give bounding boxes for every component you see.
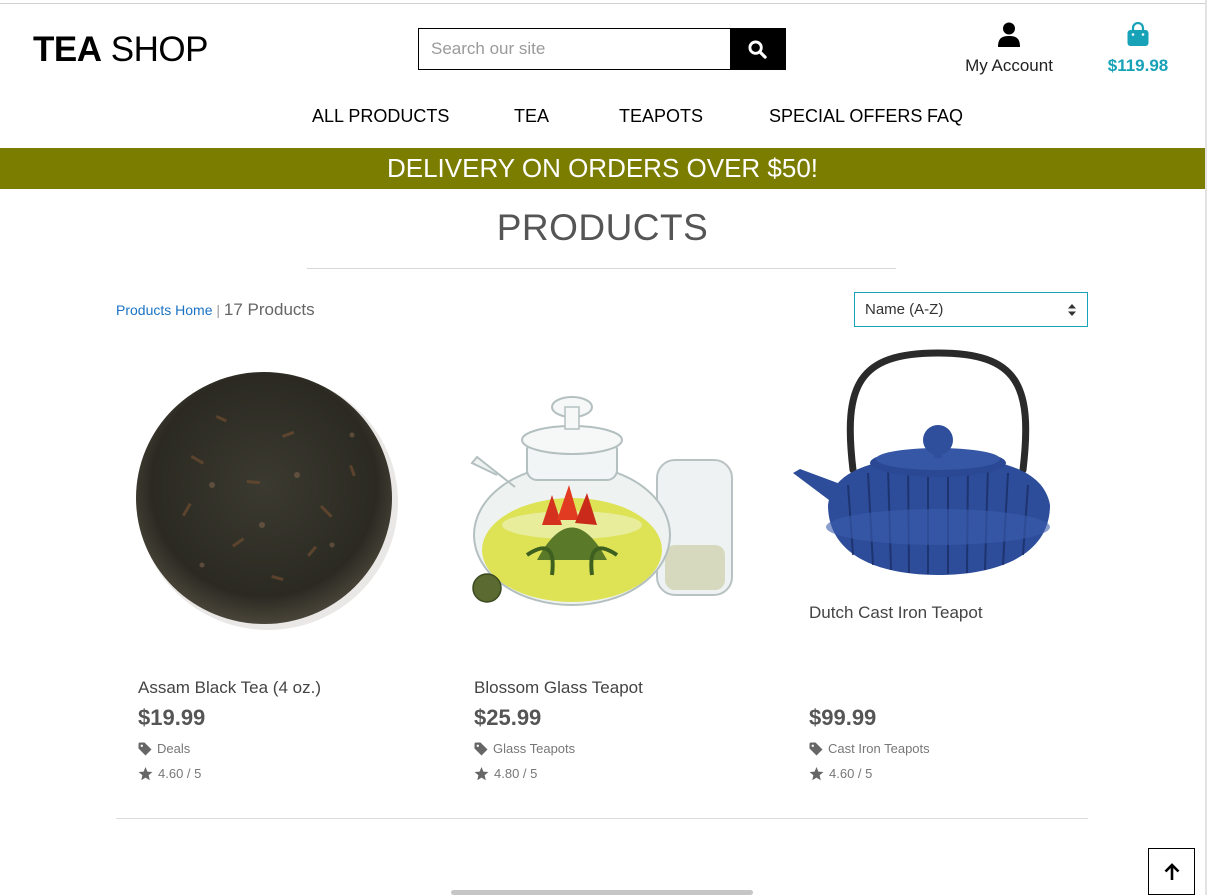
product-category[interactable]: Cast Iron Teapots — [809, 741, 930, 756]
search-input[interactable] — [419, 29, 730, 69]
product-name[interactable]: Assam Black Tea (4 oz.) — [138, 678, 321, 698]
product-image-loose-tea[interactable] — [122, 345, 422, 640]
cart-total: $119.98 — [1107, 56, 1169, 75]
breadcrumb-separator: | — [216, 302, 221, 318]
user-icon — [998, 22, 1020, 47]
cart-link[interactable]: $119.98 — [1098, 21, 1178, 76]
delivery-banner: DELIVERY ON ORDERS OVER $50! — [0, 148, 1205, 189]
horizontal-scrollbar[interactable] — [451, 890, 753, 895]
product-rating: 4.80 / 5 — [474, 766, 537, 781]
sort-arrows-icon — [1068, 303, 1076, 316]
logo-light-text: SHOP — [110, 30, 209, 69]
tag-icon — [474, 742, 488, 755]
rating-value: 4.60 / 5 — [829, 766, 873, 781]
sort-select[interactable]: Name (A-Z) — [854, 292, 1088, 327]
tag-icon — [809, 742, 823, 755]
product-price: $99.99 — [809, 705, 877, 730]
tag-icon — [138, 742, 152, 755]
product-price: $19.99 — [138, 705, 206, 730]
rating-value: 4.80 / 5 — [494, 766, 538, 781]
title-divider — [307, 268, 896, 269]
search-form — [418, 28, 786, 70]
logo-bold-text: TEA — [33, 30, 102, 69]
nav-faq[interactable]: FAQ — [927, 106, 963, 127]
back-to-top-button[interactable] — [1148, 848, 1195, 895]
product-price: $25.99 — [474, 705, 542, 730]
star-icon — [138, 766, 153, 780]
star-icon — [809, 766, 824, 780]
category-label: Deals — [157, 741, 191, 756]
products-home-link[interactable]: Products Home — [116, 302, 212, 318]
product-image-cast-iron-teapot[interactable] — [788, 345, 1088, 585]
product-rating: 4.60 / 5 — [809, 766, 872, 781]
my-account-link[interactable]: My Account — [956, 22, 1062, 76]
product-image-glass-teapot[interactable] — [457, 345, 757, 640]
my-account-label: My Account — [965, 56, 1053, 75]
site-logo[interactable]: TEA SHOP — [33, 30, 208, 70]
main-nav: ALL PRODUCTS TEA TEAPOTS SPECIAL OFFERS … — [0, 106, 1207, 130]
product-name[interactable]: Dutch Cast Iron Teapot — [809, 603, 983, 623]
page-title: PRODUCTS — [496, 207, 709, 248]
product-rating: 4.60 / 5 — [138, 766, 201, 781]
rating-value: 4.60 / 5 — [158, 766, 202, 781]
sort-selected-value: Name (A-Z) — [865, 301, 944, 318]
products-divider — [116, 818, 1088, 819]
product-count: 17 Products — [223, 300, 315, 319]
breadcrumb: Products Home | 17 Products — [116, 300, 315, 320]
category-label: Cast Iron Teapots — [828, 741, 930, 756]
search-button[interactable] — [730, 29, 785, 69]
arrow-up-icon — [1164, 862, 1179, 880]
shopping-bag-icon — [1127, 21, 1149, 46]
nav-all-products[interactable]: ALL PRODUCTS — [312, 106, 449, 127]
product-category[interactable]: Glass Teapots — [474, 741, 575, 756]
nav-tea[interactable]: TEA — [514, 106, 549, 127]
category-label: Glass Teapots — [493, 741, 576, 756]
product-name[interactable]: Blossom Glass Teapot — [474, 678, 643, 698]
search-icon — [748, 39, 767, 59]
nav-teapots[interactable]: TEAPOTS — [619, 106, 703, 127]
product-category[interactable]: Deals — [138, 741, 190, 756]
star-icon — [474, 766, 489, 780]
top-border — [0, 3, 1207, 4]
nav-special-offers[interactable]: SPECIAL OFFERS — [769, 106, 922, 127]
